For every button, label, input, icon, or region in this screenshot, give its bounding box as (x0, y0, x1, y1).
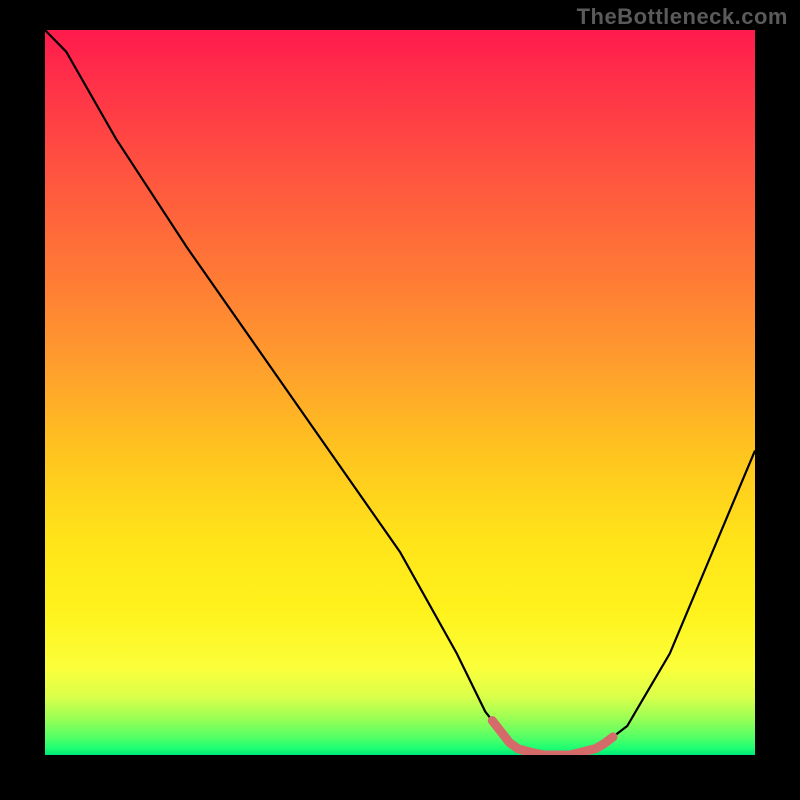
watermark-text: TheBottleneck.com (577, 4, 788, 30)
curve-line (45, 30, 755, 755)
optimal-range-highlight (492, 721, 613, 755)
plot-area (45, 30, 755, 755)
bottleneck-curve (45, 30, 755, 755)
chart-frame: TheBottleneck.com (0, 0, 800, 800)
